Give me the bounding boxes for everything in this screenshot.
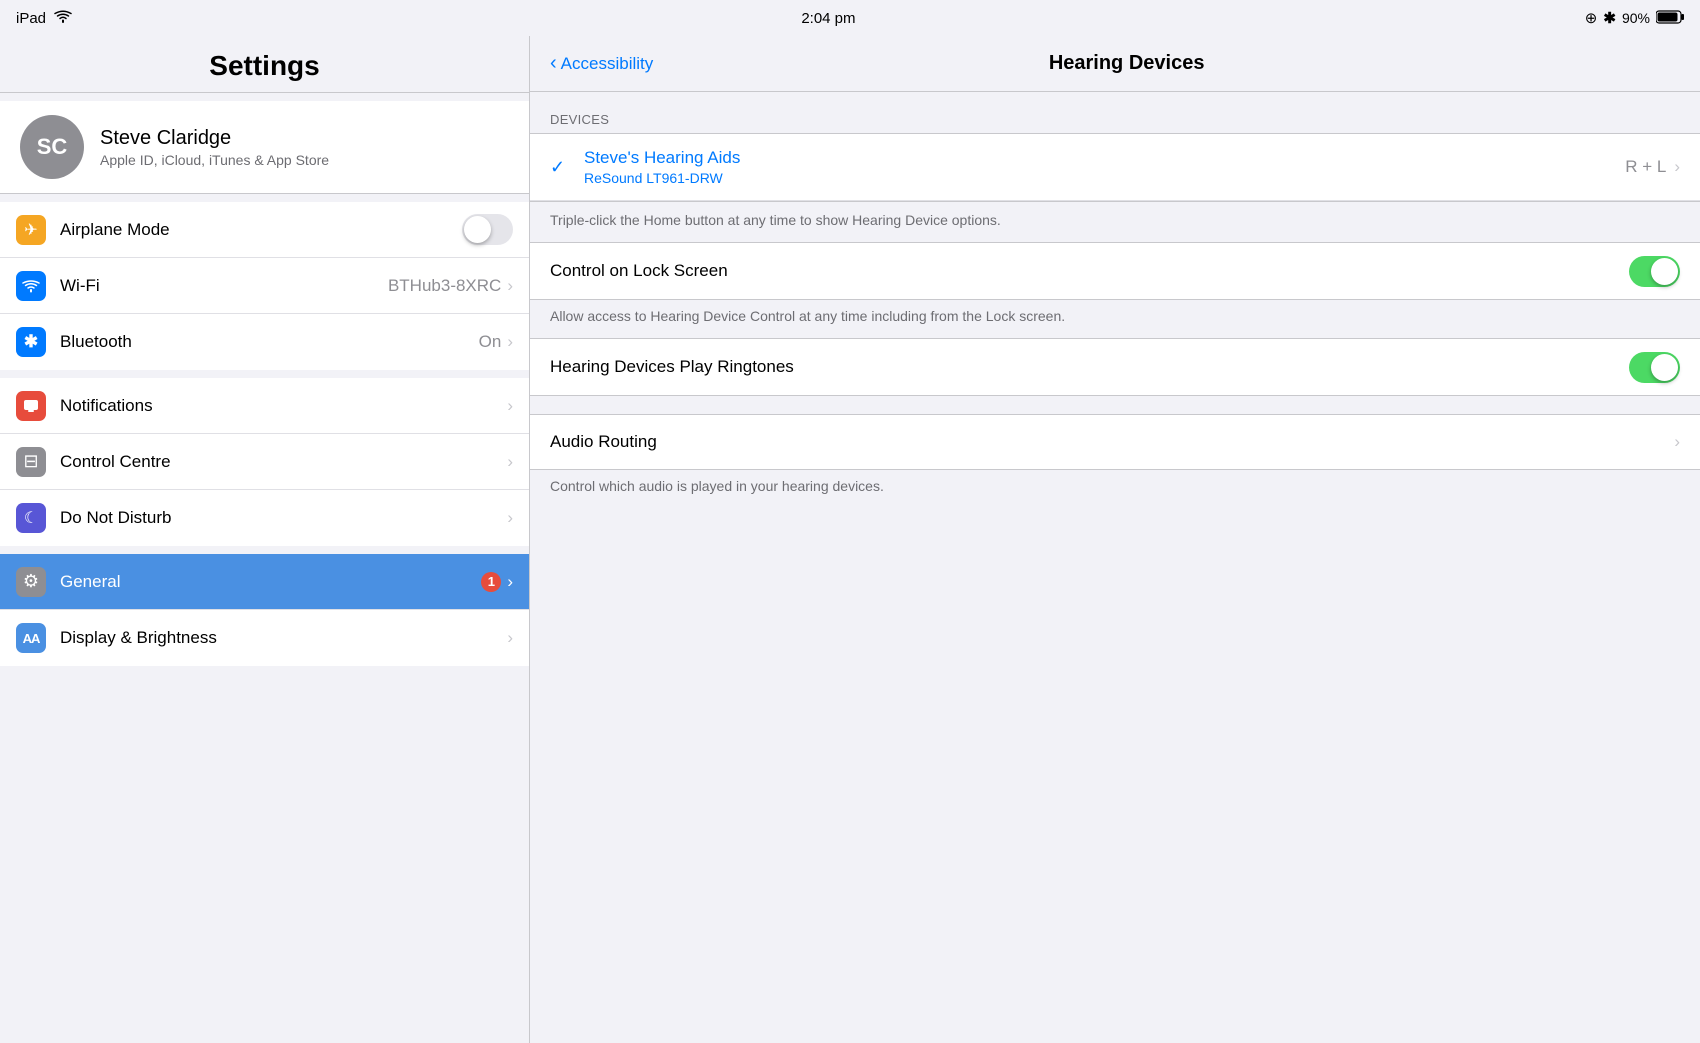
notifications-label: Notifications [60,396,507,416]
ringtones-card: Hearing Devices Play Ringtones [530,338,1700,396]
airplane-label: Airplane Mode [60,220,462,240]
avatar: SC [20,115,84,179]
device-channel: R + L [1625,157,1666,177]
status-left: iPad [16,9,72,27]
user-info: Steve Claridge Apple ID, iCloud, iTunes … [100,127,329,168]
section-gap [530,396,1700,414]
controlcentre-chevron-icon: › [507,452,513,472]
left-header: Settings [0,36,529,93]
ringtones-row: Hearing Devices Play Ringtones [530,339,1700,395]
notifications-chevron-icon: › [507,396,513,416]
audio-routing-chevron-icon: › [1674,432,1680,452]
main-layout: Settings SC Steve Claridge Apple ID, iCl… [0,36,1700,1043]
device-row[interactable]: ✓ Steve's Hearing Aids ReSound LT961-DRW… [530,134,1700,201]
device-model: ReSound LT961-DRW [584,170,1625,186]
sidebar-item-general[interactable]: ⚙ General 1 › [0,554,529,610]
right-panel: ‹ Accessibility Hearing Devices DEVICES … [530,36,1700,1043]
triple-click-note: Triple-click the Home button at any time… [530,202,1700,242]
ringtones-toggle-knob [1651,354,1678,381]
general-icon: ⚙ [16,567,46,597]
audio-routing-description: Control which audio is played in your he… [530,470,1700,508]
settings-section-system: Notifications › ⊟ Control Centre › ☾ Do … [0,378,529,546]
wifi-settings-icon [16,271,46,301]
donotdisturb-label: Do Not Disturb [60,508,507,528]
bluetooth-value: On [479,332,502,352]
bluetooth-chevron-icon: › [507,332,513,352]
airplane-icon: ✈ [16,215,46,245]
control-lock-toggle-knob [1651,258,1678,285]
control-lock-label: Control on Lock Screen [550,261,1629,281]
devices-section-header: DEVICES [530,112,1700,133]
user-name: Steve Claridge [100,127,329,150]
audio-routing-row[interactable]: Audio Routing › [530,414,1700,470]
battery-icon [1656,10,1684,27]
page-title: Hearing Devices [653,52,1600,75]
wifi-chevron-icon: › [507,276,513,296]
sidebar-item-controlcentre[interactable]: ⊟ Control Centre › [0,434,529,490]
airplane-toggle[interactable] [462,214,513,245]
display-icon: AA [16,623,46,653]
device-name: Steve's Hearing Aids [584,148,1625,168]
sidebar-item-bluetooth[interactable]: ✱ Bluetooth On › [0,314,529,370]
sidebar-item-display[interactable]: AA Display & Brightness › [0,610,529,666]
controlcentre-icon: ⊟ [16,447,46,477]
toggle-knob [464,216,491,243]
controlcentre-label: Control Centre [60,452,507,472]
status-time: 2:04 pm [801,10,855,27]
donotdisturb-icon: ☾ [16,503,46,533]
back-chevron-icon: ‹ [550,52,557,75]
settings-section-general: ⚙ General 1 › AA Display & Brightness › [0,554,529,666]
settings-section-connectivity: ✈ Airplane Mode Wi-Fi BTHub3-8XRC [0,202,529,370]
display-chevron-icon: › [507,628,513,648]
wifi-value: BTHub3-8XRC [388,276,501,296]
left-panel: Settings SC Steve Claridge Apple ID, iCl… [0,36,530,1043]
sidebar-item-donotdisturb[interactable]: ☾ Do Not Disturb › [0,490,529,546]
ringtones-label: Hearing Devices Play Ringtones [550,357,1629,377]
devices-card: ✓ Steve's Hearing Aids ReSound LT961-DRW… [530,133,1700,202]
right-header: ‹ Accessibility Hearing Devices [530,36,1700,92]
sidebar-item-airplane[interactable]: ✈ Airplane Mode [0,202,529,258]
bluetooth-icon: ✱ [1603,9,1616,27]
device-chevron-icon: › [1674,157,1680,177]
location-icon: ⊕ [1585,9,1598,27]
back-label: Accessibility [561,54,654,74]
control-lock-card: Control on Lock Screen [530,242,1700,300]
audio-routing-label: Audio Routing [550,432,1674,452]
donotdisturb-chevron-icon: › [507,508,513,528]
notifications-icon [16,391,46,421]
right-content: DEVICES ✓ Steve's Hearing Aids ReSound L… [530,92,1700,1043]
wifi-label: Wi-Fi [60,276,388,296]
control-lock-toggle[interactable] [1629,256,1680,287]
status-bar: iPad 2:04 pm ⊕ ✱ 90% [0,0,1700,36]
sidebar-item-wifi[interactable]: Wi-Fi BTHub3-8XRC › [0,258,529,314]
settings-title: Settings [20,50,509,82]
wifi-icon [54,9,72,27]
user-profile[interactable]: SC Steve Claridge Apple ID, iCloud, iTun… [0,101,529,194]
device-name: iPad [16,10,46,27]
sidebar-item-notifications[interactable]: Notifications › [0,378,529,434]
user-subtitle: Apple ID, iCloud, iTunes & App Store [100,152,329,168]
device-info: Steve's Hearing Aids ReSound LT961-DRW [584,148,1625,186]
bluetooth-label: Bluetooth [60,332,479,352]
general-label: General [60,572,481,592]
general-chevron-icon: › [507,572,513,592]
bluetooth-settings-icon: ✱ [16,327,46,357]
battery-percent: 90% [1622,10,1650,26]
display-label: Display & Brightness [60,628,507,648]
check-mark-icon: ✓ [550,157,570,178]
general-badge: 1 [481,572,501,592]
ringtones-toggle[interactable] [1629,352,1680,383]
back-button[interactable]: ‹ Accessibility [550,52,653,75]
control-lock-description: Allow access to Hearing Device Control a… [530,300,1700,338]
control-lock-row: Control on Lock Screen [530,243,1700,299]
status-right: ⊕ ✱ 90% [1585,9,1684,27]
